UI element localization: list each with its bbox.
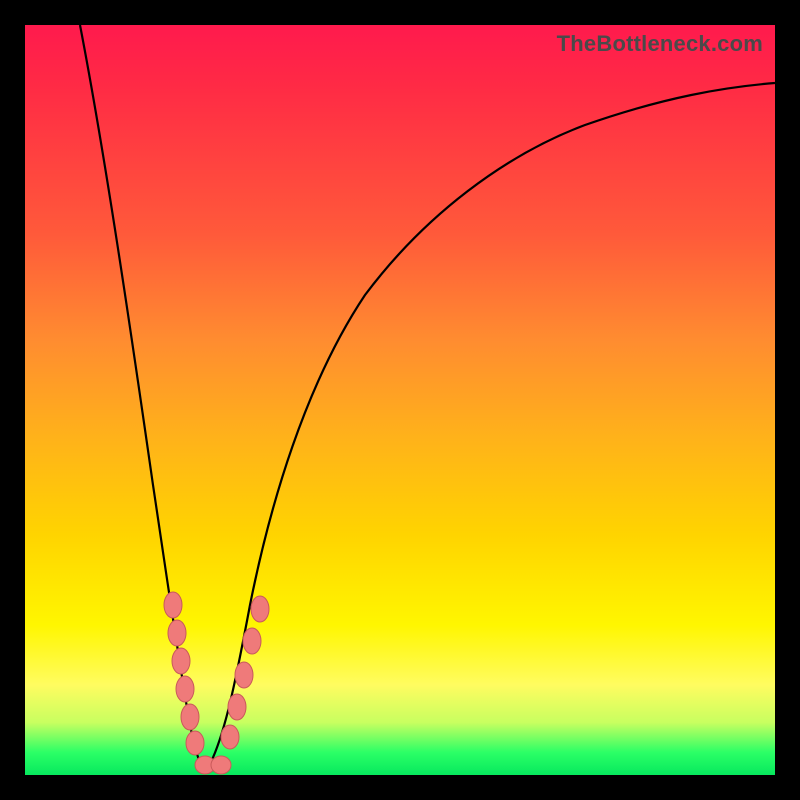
plot-area: TheBottleneck.com	[25, 25, 775, 775]
curve-right-branch	[205, 83, 775, 773]
bottleneck-curve	[25, 25, 775, 775]
outer-frame: TheBottleneck.com	[0, 0, 800, 800]
